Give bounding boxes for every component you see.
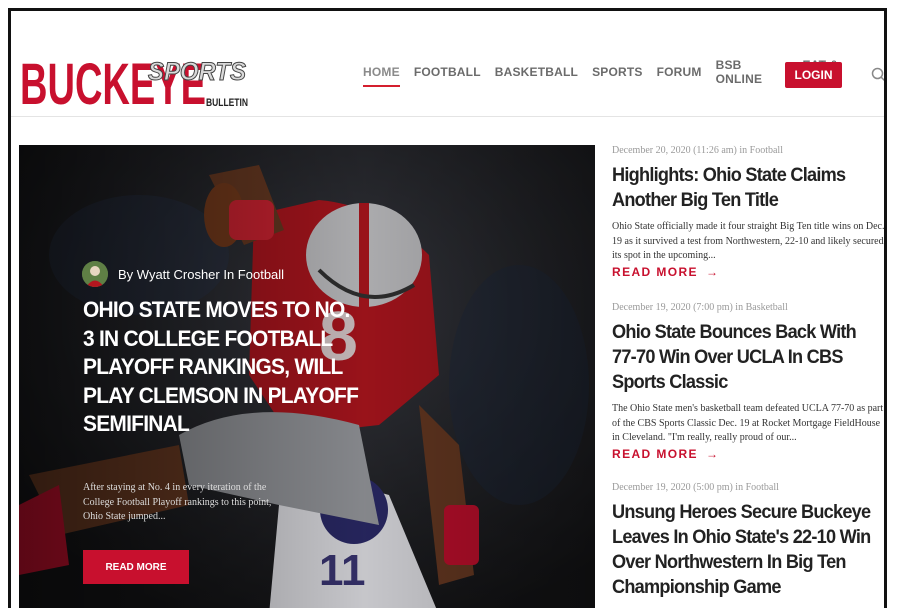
nav-item-football[interactable]: FOOTBALL	[414, 57, 481, 87]
logo-word-bulletin: BULLETIN	[206, 97, 248, 108]
post-excerpt: The Ohio State men's basketball team def…	[612, 403, 884, 443]
arrow-right-icon: →	[705, 446, 720, 461]
hero-excerpt: After staying at No. 4 in every iteratio…	[83, 482, 272, 522]
arrow-right-icon: →	[705, 264, 720, 279]
read-more-link[interactable]: READ MORE →	[612, 264, 884, 279]
author-avatar	[82, 261, 108, 287]
post-card: December 19, 2020 (5:00 pm) in Football …	[612, 482, 884, 600]
byline-text[interactable]: By Wyatt Crosher In Football	[118, 267, 284, 282]
post-meta: December 19, 2020 (5:00 pm) in Football	[612, 482, 779, 493]
nav-item-sports[interactable]: SPORTS	[592, 57, 643, 87]
featured-story[interactable]: 11 8	[19, 145, 595, 608]
post-card: December 19, 2020 (7:00 pm) in Basketbal…	[612, 302, 884, 461]
nav-item-bsb-online[interactable]: BSB ONLINE	[716, 50, 789, 94]
logo-word-sports: SPORTS	[148, 58, 246, 86]
read-more-label: READ MORE	[612, 446, 698, 461]
post-title[interactable]: Unsung Heroes Secure Buckeye Leaves In O…	[612, 500, 882, 600]
post-excerpt: Ohio State officially made it four strai…	[612, 221, 885, 261]
buckeye-sports-bulletin-logo[interactable]: BUCKEYE SPORTS BULLETIN	[20, 38, 252, 108]
post-card: December 20, 2020 (11:26 am) in Football…	[612, 145, 885, 279]
post-meta: December 20, 2020 (11:26 am) in Football	[612, 145, 783, 156]
hero-headline[interactable]: OHIO STATE MOVES TO NO. 3 IN COLLEGE FOO…	[83, 296, 362, 439]
read-more-label: READ MORE	[612, 264, 698, 279]
hero-byline: By Wyatt Crosher In Football	[82, 261, 284, 287]
read-more-link[interactable]: READ MORE →	[612, 446, 884, 461]
post-title[interactable]: Highlights: Ohio State Claims Another Bi…	[612, 163, 882, 213]
nav-item-basketball[interactable]: BASKETBALL	[495, 57, 578, 87]
nav-item-forum[interactable]: FORUM	[657, 57, 702, 87]
nav-item-home[interactable]: HOME	[363, 57, 400, 87]
search-icon[interactable]	[871, 67, 887, 83]
page-frame: BUCKEYE SPORTS BULLETIN HOME FOOTBALL BA…	[8, 8, 887, 608]
login-button[interactable]: LOGIN	[785, 62, 842, 88]
hero-read-more-button[interactable]: READ MORE	[83, 550, 189, 584]
post-title[interactable]: Ohio State Bounces Back With 77-70 Win O…	[612, 320, 882, 395]
post-meta: December 19, 2020 (7:00 pm) in Basketbal…	[612, 302, 788, 313]
site-header: BUCKEYE SPORTS BULLETIN HOME FOOTBALL BA…	[11, 11, 884, 117]
